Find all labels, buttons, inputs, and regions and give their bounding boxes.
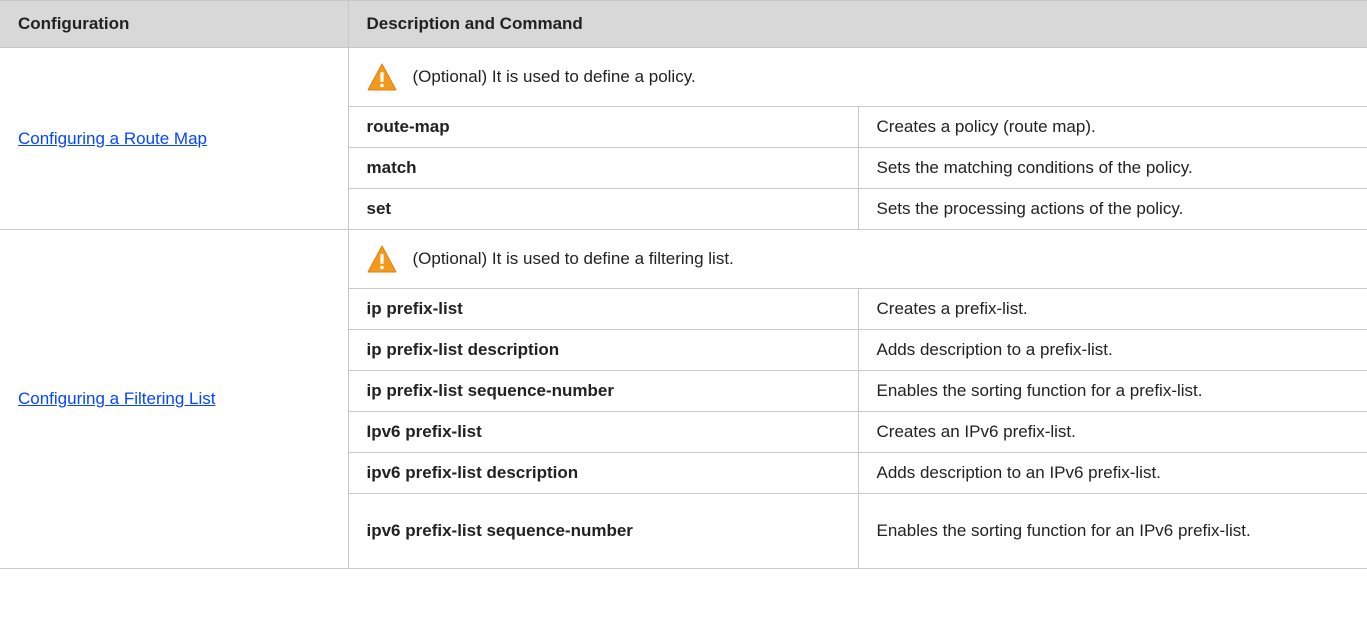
command-description-cell: Adds description to a prefix-list. (857, 329, 1367, 371)
command-description-cell: Adds description to an IPv6 prefix-list. (857, 452, 1367, 494)
command-description-cell: Sets the processing actions of the polic… (857, 188, 1367, 230)
document-page: Configuration Description and Command Co… (0, 0, 1367, 625)
section-name-cell: Configuring a Filtering List (0, 229, 349, 569)
note-text: (Optional) It is used to define a policy… (412, 67, 696, 86)
command-description-cell: Sets the matching conditions of the poli… (857, 147, 1367, 189)
command-description-cell: Creates a policy (route map). (857, 106, 1367, 148)
command-cell: Ipv6 prefix-list (348, 411, 859, 453)
header-configuration: Configuration (0, 0, 349, 48)
command-description-cell: Enables the sorting function for a prefi… (857, 370, 1367, 412)
command-cell: route-map (348, 106, 859, 148)
warning-triangle-icon (367, 245, 396, 273)
section-name-cell: Configuring a Route Map (0, 47, 349, 230)
section-note-cell: (Optional) It is used to define a policy… (347, 47, 1367, 107)
command-cell: ipv6 prefix-list sequence-number (348, 493, 859, 569)
warning-triangle-icon (367, 63, 396, 91)
configuring-route-map-link[interactable]: Configuring a Route Map (18, 129, 207, 148)
configuration-table: Configuration Description and Command Co… (0, 0, 1367, 569)
command-description-cell: Enables the sorting function for an IPv6… (857, 493, 1367, 569)
command-cell: ip prefix-list sequence-number (348, 370, 859, 412)
command-description-cell: Creates an IPv6 prefix-list. (857, 411, 1367, 453)
command-cell: ipv6 prefix-list description (348, 452, 859, 494)
section-note-row: Configuring a Filtering List (Optional) … (0, 229, 1367, 569)
configuring-filtering-list-link[interactable]: Configuring a Filtering List (18, 389, 215, 408)
command-description-text: Enables the sorting function for an IPv6… (876, 521, 1251, 540)
header-description-command: Description and Command (347, 0, 1367, 48)
command-cell: ip prefix-list description (348, 329, 859, 371)
command-cell: set (348, 188, 859, 230)
command-cell: ip prefix-list (348, 288, 859, 330)
section-note-row: Configuring a Route Map (Optional) It is… (0, 47, 1367, 230)
section-note-cell: (Optional) It is used to define a filter… (347, 229, 1367, 289)
command-cell: match (348, 147, 859, 189)
command-description-cell: Creates a prefix-list. (857, 288, 1367, 330)
table-header-row: Configuration Description and Command (0, 0, 1367, 48)
note-text: (Optional) It is used to define a filter… (412, 249, 734, 268)
